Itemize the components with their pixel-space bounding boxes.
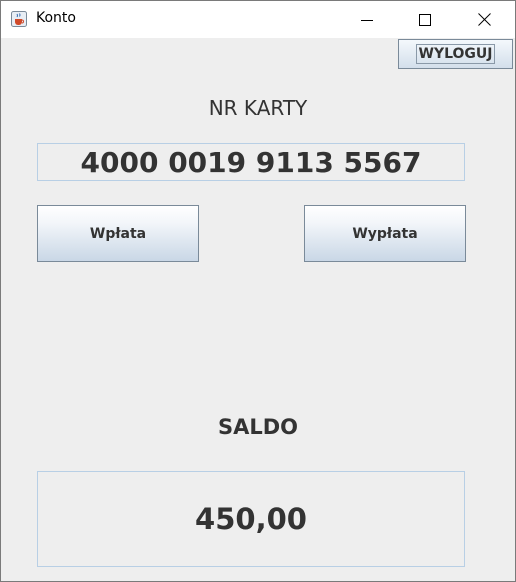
card-number-value: 4000 0019 9113 5567 (80, 145, 422, 179)
account-panel: WYLOGUJ NR KARTY 4000 0019 9113 5567 Wpł… (1, 38, 515, 581)
card-number-field: 4000 0019 9113 5567 (37, 143, 465, 181)
withdraw-button[interactable]: Wypłata (304, 205, 466, 262)
minimize-button[interactable] (344, 1, 390, 38)
window-title: Konto (36, 10, 76, 26)
deposit-button[interactable]: Wpłata (37, 205, 199, 262)
balance-value: 450,00 (195, 502, 307, 536)
maximize-icon (419, 13, 431, 26)
close-icon (477, 13, 491, 26)
minimize-icon (361, 19, 373, 21)
card-number-label: NR KARTY (208, 96, 308, 120)
balance-field: 450,00 (37, 471, 465, 567)
withdraw-button-label: Wypłata (352, 225, 418, 242)
app-window: Konto WYLOGUJ NR KARTY 4000 0019 9113 55… (0, 0, 516, 582)
deposit-button-label: Wpłata (89, 225, 147, 242)
logout-button-label: WYLOGUJ (415, 44, 496, 64)
title-bar[interactable]: Konto (1, 1, 515, 38)
java-cup-icon (11, 11, 27, 27)
maximize-button[interactable] (402, 1, 448, 38)
close-button[interactable] (461, 1, 507, 38)
balance-label: SALDO (217, 415, 299, 439)
logout-button[interactable]: WYLOGUJ (398, 39, 513, 69)
